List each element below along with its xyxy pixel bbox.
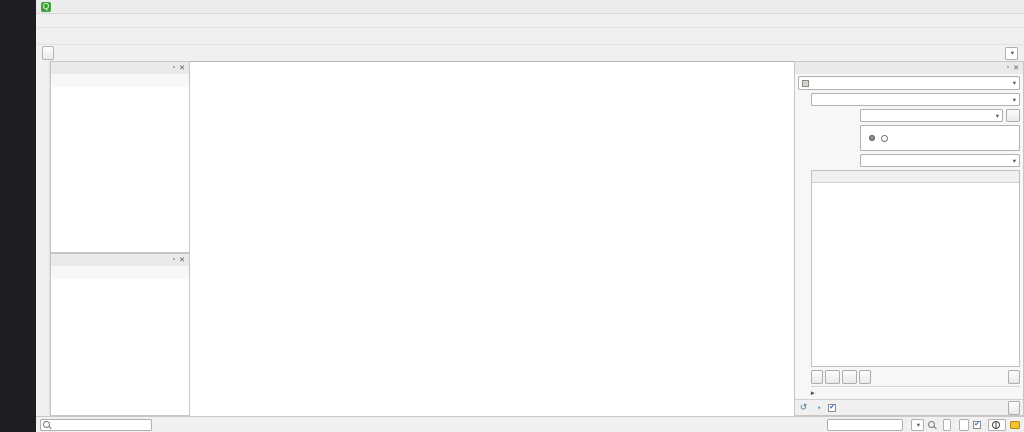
chevron-down-icon: ▾ (1013, 79, 1016, 87)
delete-all-button[interactable] (859, 370, 871, 384)
renderer-combo[interactable]: ▾ (811, 93, 1020, 106)
layers-panel: ▫ ✕ (50, 253, 190, 416)
crs-button[interactable] (988, 419, 1006, 431)
styling-tab-strip (795, 92, 810, 399)
symbol-preview[interactable] (860, 125, 1020, 151)
qgis-app-icon: Q (41, 2, 51, 12)
style-history-icon[interactable]: ◔ (813, 402, 824, 413)
polygon-layer-icon (802, 80, 809, 87)
symbol-marker-icon (869, 135, 875, 141)
add-category-button[interactable] (825, 370, 840, 384)
value-column-combo[interactable]: ▾ (860, 109, 1003, 122)
map-render (190, 62, 794, 416)
scale-combo[interactable]: ▾ (911, 419, 924, 431)
symbol-marker-outline-icon (881, 135, 888, 142)
browser-toolbar (51, 74, 189, 87)
window-titlebar: Q (36, 0, 1024, 14)
magnifier-icon (928, 421, 935, 428)
chevron-down-icon: ▾ (917, 421, 920, 429)
coordinate-input[interactable] (827, 419, 903, 431)
chevron-down-icon: ▾ (996, 112, 999, 120)
checkbox-icon: ✔ (973, 421, 981, 429)
close-icon[interactable]: ✕ (179, 256, 185, 264)
qgis-window: Q ▾ (36, 0, 1024, 432)
messages-icon[interactable] (1010, 421, 1020, 429)
remove-category-button[interactable] (842, 370, 857, 384)
locator-search-input[interactable] (52, 420, 149, 429)
reveal-address-button[interactable] (42, 46, 54, 60)
toolbar-row-2: ▾ (36, 44, 1024, 61)
render-checkbox[interactable]: ✔ (973, 421, 984, 429)
color-ramp-combo[interactable]: ▾ (860, 154, 1020, 167)
map-canvas[interactable] (190, 61, 794, 416)
crs-globe-icon (992, 421, 1000, 429)
undock-icon[interactable]: ▫ (1007, 64, 1009, 72)
advanced-button[interactable] (1008, 370, 1020, 384)
layer-styling-panel: ▫ ✕ ▾ ▾ (794, 61, 1024, 416)
undo-style-icon[interactable]: ↺ (798, 402, 809, 413)
browser-panel: ▫ ✕ (50, 61, 190, 253)
search-icon (43, 421, 50, 428)
layer-tree (51, 279, 189, 415)
chevron-right-icon: ▸ (811, 389, 815, 397)
layer-rendering-section[interactable]: ▸ (811, 386, 1020, 399)
chevron-down-icon: ▾ (1011, 49, 1014, 57)
rotation-spinbox[interactable] (959, 419, 969, 431)
left-vertical-toolbar (36, 61, 50, 416)
locator-search[interactable] (40, 419, 152, 431)
live-update-checkbox[interactable]: ✔ (828, 404, 839, 412)
chevron-down-icon: ▾ (1013, 157, 1016, 165)
undock-icon[interactable]: ▫ (173, 64, 175, 72)
toolbar-row-1 (36, 27, 1024, 44)
close-icon[interactable]: ✕ (1013, 64, 1019, 72)
chevron-down-icon: ▾ (1013, 96, 1016, 104)
layers-toolbar (51, 266, 189, 279)
categories-table (811, 170, 1020, 367)
browser-tree (51, 87, 189, 252)
undock-icon[interactable]: ▫ (173, 256, 175, 264)
left-panels: ▫ ✕ ▫ ✕ (36, 61, 190, 416)
classify-button[interactable] (811, 370, 823, 384)
statusbar: ▾ ✔ (36, 416, 1024, 432)
font-size-combo[interactable]: ▾ (1005, 47, 1018, 60)
os-taskbar (0, 0, 36, 432)
close-icon[interactable]: ✕ (179, 64, 185, 72)
magnifier-spinbox[interactable] (943, 419, 951, 431)
apply-button[interactable] (1008, 401, 1020, 415)
menubar (36, 14, 1024, 27)
styling-layer-combo[interactable]: ▾ (798, 76, 1020, 90)
expression-button[interactable] (1006, 109, 1020, 122)
screen: Q ▾ (0, 0, 1024, 432)
checkbox-icon: ✔ (828, 404, 836, 412)
